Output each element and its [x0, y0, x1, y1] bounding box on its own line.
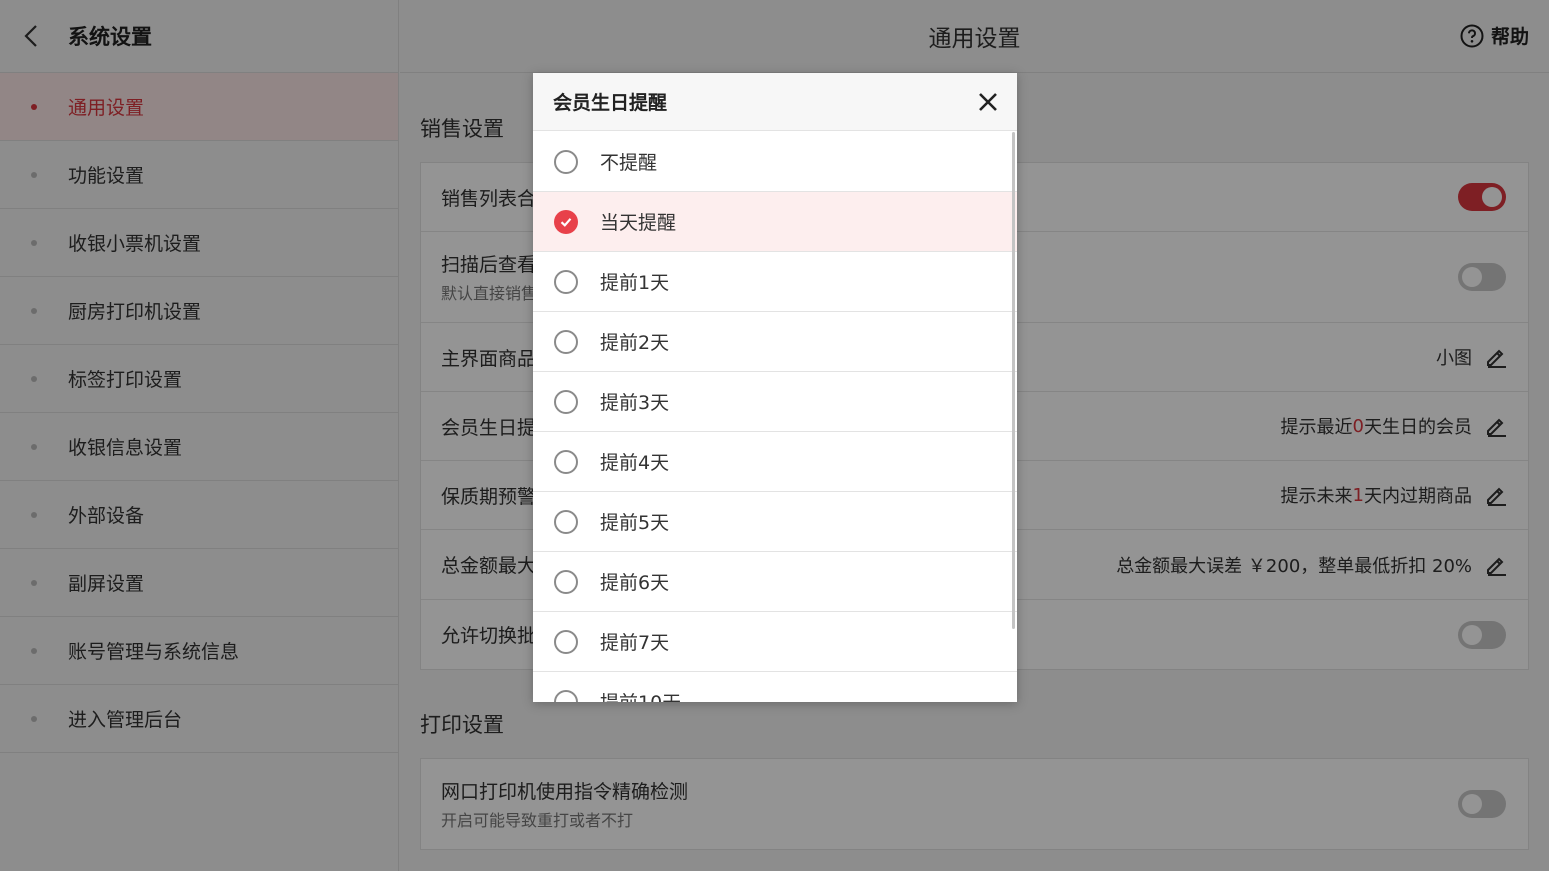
reminder-option-label: 不提醒 — [600, 152, 658, 174]
reminder-option-label: 提前6天 — [600, 572, 670, 594]
reminder-option[interactable]: 提前10天 — [533, 672, 1017, 702]
reminder-option-label: 提前4天 — [600, 452, 670, 474]
radio-unchecked-icon[interactable] — [554, 449, 578, 474]
reminder-option-label: 当天提醒 — [600, 212, 677, 234]
dialog-option-list[interactable]: 不提醒当天提醒提前1天提前2天提前3天提前4天提前5天提前6天提前7天提前10天 — [533, 132, 1017, 702]
birthday-reminder-dialog: 会员生日提醒 不提醒当天提醒提前1天提前2天提前3天提前4天提前5天提前6天提前… — [533, 73, 1017, 702]
reminder-option-label: 提前5天 — [600, 512, 670, 534]
reminder-option[interactable]: 提前2天 — [533, 312, 1017, 372]
reminder-option-label: 提前7天 — [600, 632, 670, 654]
dialog-header: 会员生日提醒 — [533, 73, 1017, 131]
radio-unchecked-icon[interactable] — [554, 389, 578, 414]
radio-unchecked-icon[interactable] — [554, 629, 578, 654]
reminder-option-label: 提前10天 — [600, 688, 681, 702]
reminder-option-label: 提前3天 — [600, 392, 670, 414]
reminder-option[interactable]: 不提醒 — [533, 132, 1017, 192]
radio-unchecked-icon[interactable] — [554, 329, 578, 354]
radio-unchecked-icon[interactable] — [554, 509, 578, 534]
reminder-option-label: 提前1天 — [600, 272, 670, 294]
radio-checked-icon[interactable] — [554, 209, 578, 234]
reminder-option[interactable]: 提前1天 — [533, 252, 1017, 312]
radio-unchecked-icon[interactable] — [554, 149, 578, 174]
reminder-option[interactable]: 提前3天 — [533, 372, 1017, 432]
close-icon[interactable] — [977, 91, 999, 113]
radio-unchecked-icon[interactable] — [554, 569, 578, 594]
reminder-option[interactable]: 提前7天 — [533, 612, 1017, 672]
reminder-option[interactable]: 提前6天 — [533, 552, 1017, 612]
radio-unchecked-icon[interactable] — [554, 689, 578, 702]
dialog-title: 会员生日提醒 — [553, 92, 668, 114]
reminder-option-label: 提前2天 — [600, 332, 670, 354]
reminder-option[interactable]: 提前4天 — [533, 432, 1017, 492]
reminder-option[interactable]: 当天提醒 — [533, 192, 1017, 252]
dialog-scrollbar[interactable] — [1012, 132, 1015, 629]
reminder-option[interactable]: 提前5天 — [533, 492, 1017, 552]
radio-unchecked-icon[interactable] — [554, 269, 578, 294]
